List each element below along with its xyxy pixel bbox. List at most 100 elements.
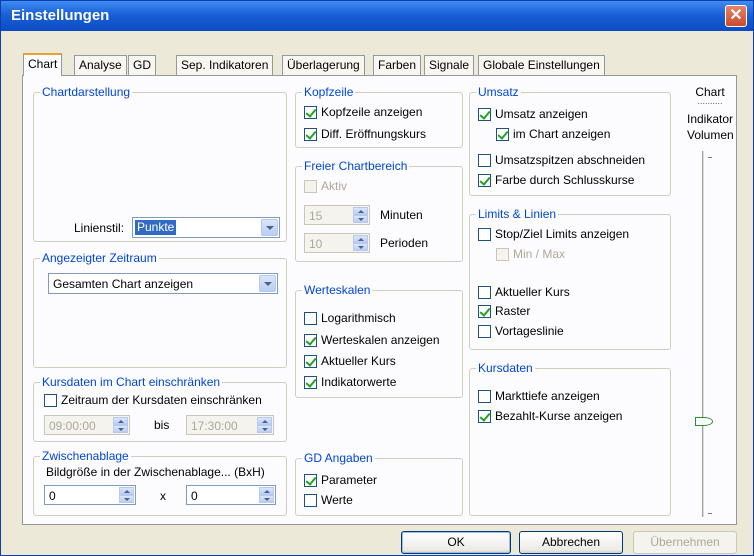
markttiefe-label: Markttiefe anzeigen: [495, 389, 600, 403]
spin-up-icon[interactable]: [257, 417, 272, 425]
limits-linien-legend: Limits & Linien: [476, 207, 559, 221]
zeit-von-stepper[interactable]: 09:00:00: [44, 415, 130, 435]
checkbox-icon[interactable]: [496, 247, 509, 261]
checkbox-checked-icon[interactable]: [496, 127, 509, 141]
spin-up-icon[interactable]: [353, 207, 368, 215]
werte-label: Werte: [321, 493, 353, 507]
spin-down-icon[interactable]: [113, 425, 128, 433]
checkbox-icon[interactable]: [478, 227, 491, 241]
zeitraum-einschraenken-checkbox[interactable]: Zeitraum der Kursdaten einschränken: [44, 393, 262, 407]
tab-sep-indikatoren[interactable]: Sep. Indikatoren: [176, 55, 274, 75]
kopfzeile-anzeigen-checkbox[interactable]: Kopfzeile anzeigen: [304, 105, 422, 119]
tab-chart[interactable]: Chart: [23, 53, 63, 76]
chart-ratio-slider-thumb[interactable]: [695, 417, 713, 426]
stop-ziel-limits-checkbox[interactable]: Stop/Ziel Limits anzeigen: [478, 227, 629, 241]
spin-up-icon[interactable]: [119, 487, 134, 495]
linienstil-label: Linienstil:: [74, 221, 125, 235]
checkbox-checked-icon[interactable]: [478, 409, 491, 423]
spin-up-icon[interactable]: [113, 417, 128, 425]
title-bar[interactable]: Einstellungen ✕: [1, 1, 753, 31]
min-max-checkbox[interactable]: Min / Max: [496, 247, 565, 261]
checkbox-icon[interactable]: [304, 493, 317, 507]
chevron-down-icon[interactable]: [259, 275, 276, 292]
perioden-label: Perioden: [380, 236, 429, 250]
checkbox-checked-icon[interactable]: [304, 105, 317, 119]
abbrechen-button[interactable]: Abbrechen: [519, 531, 623, 554]
diff-eroeffnungskurs-checkbox[interactable]: Diff. Eröffnungskurs: [304, 127, 426, 141]
tab-ueberlagerung[interactable]: Überlagerung: [282, 55, 365, 75]
zeit-von-value: 09:00:00: [49, 419, 96, 433]
umsatzspitzen-label: Umsatzspitzen abschneiden: [495, 153, 646, 167]
spin-down-icon[interactable]: [119, 495, 134, 503]
umsatz-anzeigen-checkbox[interactable]: Umsatz anzeigen: [478, 107, 588, 121]
werteskalen-anzeigen-checkbox[interactable]: Werteskalen anzeigen: [304, 333, 440, 347]
im-chart-anzeigen-checkbox[interactable]: im Chart anzeigen: [496, 127, 610, 141]
group-gd-angaben: GD Angaben Parameter Werte: [295, 451, 463, 516]
checkbox-icon[interactable]: [304, 311, 317, 325]
raster-checkbox[interactable]: Raster: [478, 304, 530, 318]
vortageslinie-checkbox[interactable]: Vortageslinie: [478, 324, 564, 338]
group-limits-linien: Limits & Linien Stop/Ziel Limits anzeige…: [469, 207, 671, 350]
checkbox-checked-icon[interactable]: [304, 473, 317, 487]
group-zeitraum: Angezeigter Zeitraum Gesamten Chart anze…: [33, 251, 287, 368]
perioden-stepper[interactable]: 10: [304, 233, 370, 253]
bild-breite-stepper[interactable]: 0: [44, 485, 136, 505]
tab-globale-einstellungen[interactable]: Globale Einstellungen: [478, 55, 605, 75]
aktueller-kurs-linie-checkbox[interactable]: Aktueller Kurs: [478, 285, 570, 299]
aktiv-checkbox[interactable]: Aktiv: [304, 179, 347, 193]
zeitraum-select[interactable]: Gesamten Chart anzeigen: [48, 273, 278, 294]
aktueller-kurs-skala-label: Aktueller Kurs: [321, 354, 396, 368]
min-max-label: Min / Max: [513, 247, 566, 261]
spin-down-icon[interactable]: [353, 243, 368, 251]
bezahlt-kurse-checkbox[interactable]: Bezahlt-Kurse anzeigen: [478, 409, 622, 423]
slider-label-indikator: Indikator: [687, 112, 734, 126]
farbe-schlusskurse-label: Farbe durch Schlusskurse: [495, 173, 635, 187]
indikatorwerte-checkbox[interactable]: Indikatorwerte: [304, 375, 396, 389]
checkbox-icon[interactable]: [478, 389, 491, 403]
bildgroesse-label: Bildgröße in der Zwischenablage... (BxH): [46, 465, 265, 479]
logarithmisch-checkbox[interactable]: Logarithmisch: [304, 311, 396, 325]
checkbox-icon[interactable]: [478, 285, 491, 299]
checkbox-checked-icon[interactable]: [304, 333, 317, 347]
spin-down-icon[interactable]: [259, 495, 274, 503]
farbe-schlusskurse-checkbox[interactable]: Farbe durch Schlusskurse: [478, 173, 634, 187]
spin-up-icon[interactable]: [353, 235, 368, 243]
umsatzspitzen-checkbox[interactable]: Umsatzspitzen abschneiden: [478, 153, 645, 167]
uebernehmen-button[interactable]: Übernehmen: [633, 531, 737, 554]
parameter-checkbox[interactable]: Parameter: [304, 473, 377, 487]
checkbox-icon[interactable]: [44, 393, 57, 407]
spin-down-icon[interactable]: [257, 425, 272, 433]
checkbox-checked-icon[interactable]: [478, 304, 491, 318]
checkbox-icon[interactable]: [478, 324, 491, 338]
checkbox-icon[interactable]: [478, 153, 491, 167]
aktueller-kurs-skala-checkbox[interactable]: Aktueller Kurs: [304, 354, 396, 368]
spin-down-icon[interactable]: [353, 215, 368, 223]
zeit-bis-stepper[interactable]: 17:30:00: [186, 415, 274, 435]
spin-up-icon[interactable]: [259, 487, 274, 495]
tab-gd[interactable]: GD: [128, 55, 156, 75]
vortageslinie-label: Vortageslinie: [495, 324, 564, 338]
bild-breite-value: 0: [49, 489, 56, 503]
zeitraum-value: Gesamten Chart anzeigen: [53, 277, 194, 291]
close-button[interactable]: ✕: [725, 5, 747, 27]
checkbox-checked-icon[interactable]: [478, 107, 491, 121]
minuten-stepper[interactable]: 15: [304, 205, 370, 225]
checkbox-checked-icon[interactable]: [304, 375, 317, 389]
chart-ratio-slider-track[interactable]: [702, 151, 705, 517]
settings-dialog: Einstellungen ✕ Chart Analyse GD Sep. In…: [0, 0, 754, 556]
checkbox-checked-icon[interactable]: [304, 127, 317, 141]
checkbox-icon[interactable]: [304, 179, 317, 193]
x-label: x: [160, 489, 166, 503]
markttiefe-checkbox[interactable]: Markttiefe anzeigen: [478, 389, 600, 403]
checkbox-checked-icon[interactable]: [304, 354, 317, 368]
tab-farben[interactable]: Farben: [373, 55, 422, 75]
werte-checkbox[interactable]: Werte: [304, 493, 353, 507]
linienstil-select[interactable]: Punkte: [132, 217, 280, 238]
checkbox-checked-icon[interactable]: [478, 173, 491, 187]
tab-signale[interactable]: Signale: [424, 55, 475, 75]
tab-analyse[interactable]: Analyse: [74, 55, 127, 75]
bild-hoehe-stepper[interactable]: 0: [186, 485, 276, 505]
chevron-down-icon[interactable]: [261, 219, 278, 236]
group-kursdaten: Kursdaten Markttiefe anzeigen Bezahlt-Ku…: [469, 361, 671, 516]
ok-button[interactable]: OK: [401, 531, 511, 554]
